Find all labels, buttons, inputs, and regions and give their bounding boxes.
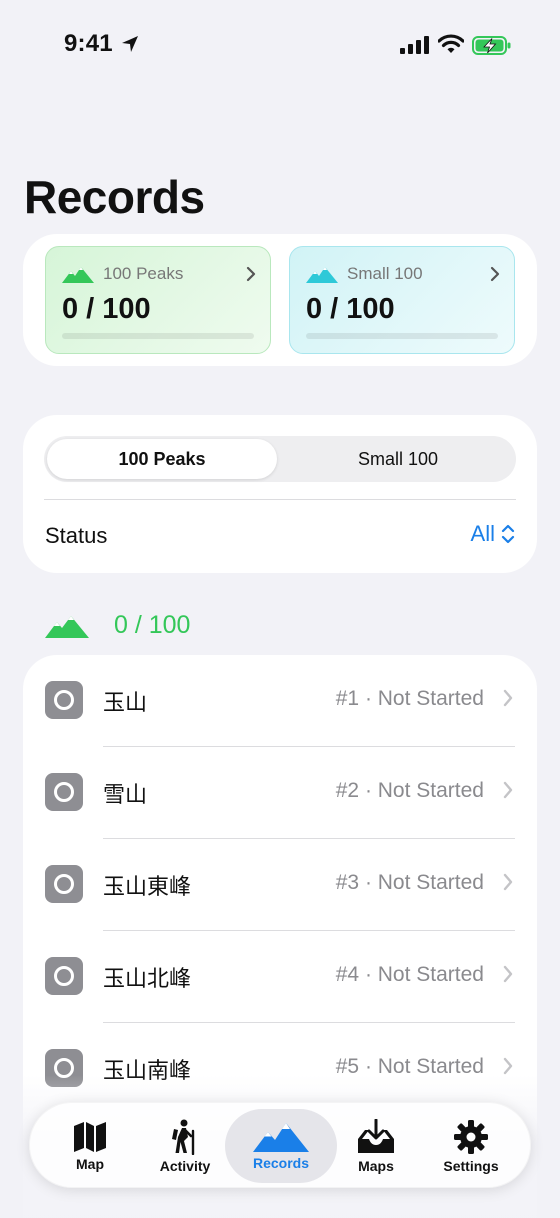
tab-label: Settings — [443, 1157, 499, 1174]
list-item[interactable]: 玉山 #1 · Not Started — [23, 655, 537, 747]
status-filter-picker[interactable]: All — [471, 521, 515, 547]
chevron-right-icon — [503, 689, 513, 707]
tile-progress-bar — [306, 333, 498, 339]
peak-meta: #3 · Not Started — [335, 871, 484, 894]
tab-maps[interactable]: Maps — [326, 1109, 426, 1183]
status-time: 9:41 — [64, 30, 113, 57]
status-filter-value: All — [470, 521, 495, 546]
tab-label: Records — [252, 1154, 310, 1171]
cellular-signal-icon — [400, 36, 429, 54]
circle-status-icon — [45, 773, 83, 811]
filter-card: 100 Peaks Small 100 Status All — [23, 415, 537, 573]
hiker-icon — [172, 1119, 195, 1155]
tab-label: Map — [76, 1155, 104, 1172]
chevron-right-icon — [503, 781, 513, 799]
tile-100-peaks[interactable]: 100 Peaks 0 / 100 — [45, 246, 271, 354]
chevron-right-icon — [246, 266, 256, 282]
page-title: Records — [24, 171, 205, 223]
list-item[interactable]: 玉山東峰 #3 · Not Started — [23, 839, 537, 931]
mountains-icon — [45, 616, 89, 638]
tab-label: Activity — [159, 1157, 211, 1174]
status-filter-label: Status — [45, 523, 108, 548]
divider — [44, 499, 516, 500]
tile-count: 0 / 100 — [306, 293, 395, 325]
circle-status-icon — [45, 957, 83, 995]
circle-status-icon — [45, 681, 83, 719]
peak-name: 玉山東峰 — [103, 874, 192, 899]
segmented-control: 100 Peaks Small 100 — [44, 436, 516, 482]
download-tray-icon — [358, 1118, 394, 1153]
circle-status-icon — [45, 865, 83, 903]
tile-label: 100 Peaks — [103, 264, 184, 283]
tile-count: 0 / 100 — [62, 293, 151, 325]
segment-small-100[interactable]: Small 100 — [283, 439, 513, 479]
tab-activity[interactable]: Activity — [135, 1109, 235, 1183]
tab-label: Maps — [358, 1157, 394, 1174]
mountains-icon — [62, 267, 94, 283]
tile-label: Small 100 — [347, 264, 423, 283]
map-icon — [74, 1121, 106, 1152]
section-count: 0 / 100 — [114, 611, 191, 639]
chevron-right-icon — [503, 965, 513, 983]
tab-records[interactable]: Records — [225, 1109, 337, 1183]
list-item[interactable]: 雪山 #2 · Not Started — [23, 747, 537, 839]
peak-meta: #1 · Not Started — [335, 687, 484, 710]
segment-100-peaks[interactable]: 100 Peaks — [47, 439, 277, 479]
list-item[interactable]: 玉山北峰 #4 · Not Started — [23, 931, 537, 1023]
gear-icon — [454, 1119, 488, 1154]
status-bar: 9:41 — [0, 0, 560, 90]
battery-charging-icon — [472, 36, 511, 55]
chevron-right-icon — [490, 266, 500, 282]
chevron-right-icon — [503, 873, 513, 891]
peak-name: 玉山 — [103, 690, 148, 715]
peak-meta: #4 · Not Started — [335, 963, 484, 986]
summary-card: 100 Peaks 0 / 100 Small 100 0 / 100 — [23, 234, 537, 366]
tile-progress-bar — [62, 333, 254, 339]
mountains-icon — [306, 267, 338, 283]
chevron-up-down-icon — [501, 524, 515, 544]
chevron-right-icon — [503, 1057, 513, 1075]
tile-small-100[interactable]: Small 100 0 / 100 — [289, 246, 515, 354]
wifi-icon — [438, 34, 464, 53]
peak-name: 雪山 — [103, 782, 148, 807]
tab-bar: Map Activity Records Maps Settings — [29, 1102, 531, 1188]
tab-map[interactable]: Map — [40, 1109, 140, 1183]
peak-name: 玉山北峰 — [103, 966, 192, 991]
peak-meta: #2 · Not Started — [335, 779, 484, 802]
mountains-icon — [253, 1122, 309, 1152]
location-arrow-icon — [122, 36, 138, 52]
tab-settings[interactable]: Settings — [421, 1109, 521, 1183]
